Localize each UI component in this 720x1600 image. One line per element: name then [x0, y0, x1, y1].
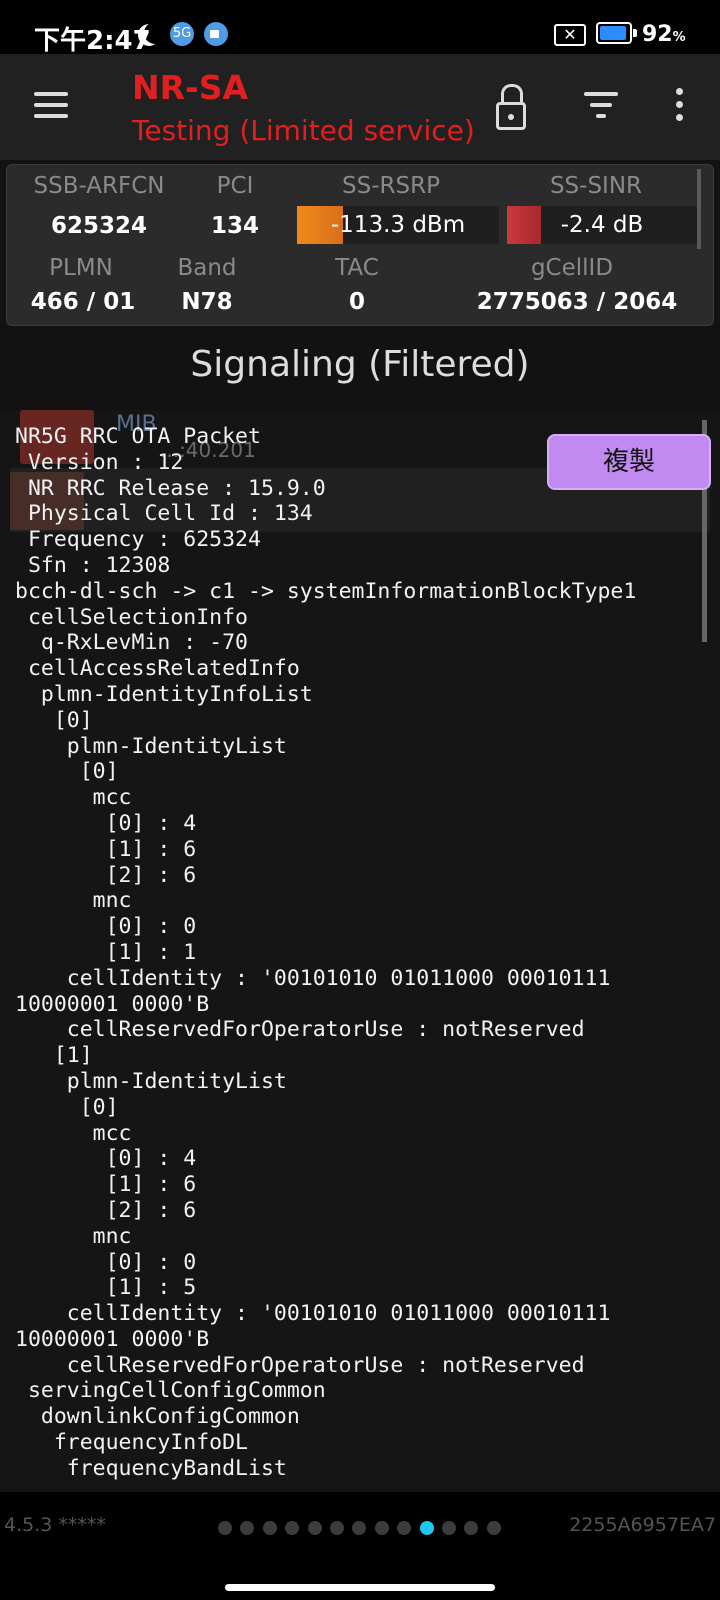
signaling-list[interactable]: MIB ...:40.201 NR5G RRC OTA Packet Versi…: [0, 410, 720, 1490]
page-dot[interactable]: [307, 1521, 322, 1535]
cell-info-panel: SSB-ARFCN PCI SS-RSRP SS-SINR 625324 134…: [6, 164, 714, 326]
copy-button[interactable]: 複製: [547, 434, 711, 490]
device-id: 2255A6957EA7: [569, 1514, 716, 1536]
app-version: 4.5.3 *****: [4, 1514, 106, 1536]
pci-value: 134: [210, 213, 259, 239]
panel-scrollbar[interactable]: [697, 169, 701, 249]
ss-rsrp-label: SS-RSRP: [342, 173, 440, 199]
gcellid-label: gCellID: [530, 255, 614, 281]
sinr-meter: -2.4 dB: [507, 206, 697, 244]
ss-sinr-label: SS-SINR: [549, 173, 643, 199]
page-dot[interactable]: [285, 1521, 300, 1535]
plmn-label: PLMN: [49, 255, 113, 281]
page-dot[interactable]: [262, 1521, 277, 1535]
home-gesture-handle[interactable]: [225, 1584, 495, 1591]
section-title: Signaling (Filtered): [190, 344, 530, 385]
filter-icon[interactable]: [584, 92, 618, 118]
lock-icon[interactable]: [496, 84, 526, 130]
gcellid-value: 2775063 / 2064: [476, 289, 678, 315]
clock: 下午2:47: [34, 26, 151, 56]
tac-label: TAC: [335, 255, 379, 281]
plmn-value: 466 / 01: [30, 289, 136, 315]
packet-detail-text[interactable]: NR5G RRC OTA Packet Version : 12 NR RRC …: [15, 424, 636, 1482]
tac-value: 0: [348, 289, 365, 315]
page-dot[interactable]: [397, 1521, 412, 1535]
footer: 4.5.3 ***** 2255A6957EA7: [0, 1492, 720, 1554]
page-dot[interactable]: [218, 1521, 232, 1535]
wifi-badge-icon: 5G: [170, 22, 194, 46]
app-bar: NR-SA Testing (Limited service): [0, 54, 720, 160]
page-indicator[interactable]: [218, 1520, 509, 1539]
menu-icon[interactable]: [34, 92, 68, 118]
battery-percent: 92%: [642, 22, 686, 47]
page-dot[interactable]: [441, 1521, 456, 1535]
page-dot[interactable]: [352, 1521, 367, 1535]
page-dot[interactable]: [240, 1521, 255, 1535]
status-bar: 下午2:47 5G ✕ 92%: [0, 0, 720, 56]
pci-label: PCI: [216, 173, 254, 199]
page-dot[interactable]: [464, 1521, 479, 1535]
video-call-icon: [204, 22, 228, 46]
page-dot[interactable]: [419, 1521, 434, 1535]
band-label: Band: [177, 255, 237, 281]
more-vert-icon[interactable]: [676, 88, 684, 124]
ssb-arfcn-value: 625324: [50, 213, 148, 239]
ss-sinr-value: -2.4 dB: [560, 212, 644, 238]
system-nav-bar: [0, 1554, 720, 1600]
battery-icon: [596, 22, 637, 44]
service-status: Testing (Limited service): [132, 114, 475, 147]
rsrp-meter: -113.3 dBm: [297, 206, 499, 244]
moon-icon: [144, 22, 166, 44]
band-value: N78: [181, 289, 233, 315]
ssb-arfcn-label: SSB-ARFCN: [33, 173, 165, 199]
page-dot[interactable]: [486, 1521, 501, 1535]
no-sim-icon: ✕: [554, 24, 586, 46]
ss-rsrp-value: -113.3 dBm: [330, 212, 466, 238]
page-dot[interactable]: [374, 1521, 389, 1535]
app-title: NR-SA: [132, 68, 249, 107]
page-dot[interactable]: [329, 1521, 344, 1535]
